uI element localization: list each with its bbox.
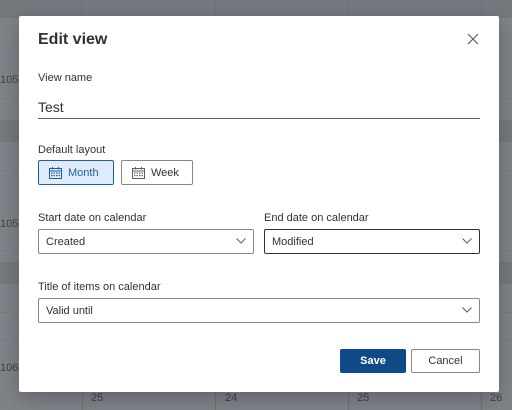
date-label: 25 [357,392,370,404]
title-items-label: Title of items on calendar [38,281,161,293]
start-date-dropdown[interactable]: Created [38,229,254,254]
cancel-button[interactable]: Cancel [411,349,480,373]
calendar-icon [49,166,62,179]
calendar-icon [132,166,145,179]
chevron-down-icon [462,307,472,313]
view-name-label: View name [38,72,93,84]
view-name-input[interactable]: Test [38,96,480,119]
title-items-dropdown[interactable]: Valid until [38,298,480,323]
layout-month-button[interactable]: Month [38,160,114,185]
date-label: 24 [225,392,238,404]
close-icon[interactable] [467,33,479,45]
date-label: 26 [490,392,503,404]
start-date-label: Start date on calendar [38,212,147,224]
edit-view-dialog: Edit view View name Test Default layout … [19,16,499,392]
chevron-down-icon [462,238,472,244]
start-date-value: Created [46,235,86,248]
chevron-down-icon [236,238,246,244]
end-date-value: Modified [272,235,314,248]
layout-week-button[interactable]: Week [121,160,193,185]
dialog-title: Edit view [38,31,108,48]
date-label: 25 [91,392,104,404]
title-items-value: Valid until [46,304,93,317]
gridline [0,8,512,9]
row-number: 105 [0,218,19,230]
row-number: 106 [0,362,19,374]
end-date-label: End date on calendar [264,212,369,224]
layout-month-label: Month [68,166,99,179]
row-number: 105 [0,74,19,86]
default-layout-label: Default layout [38,144,106,156]
save-button[interactable]: Save [340,349,406,373]
layout-week-label: Week [151,166,179,179]
end-date-dropdown[interactable]: Modified [264,229,480,254]
